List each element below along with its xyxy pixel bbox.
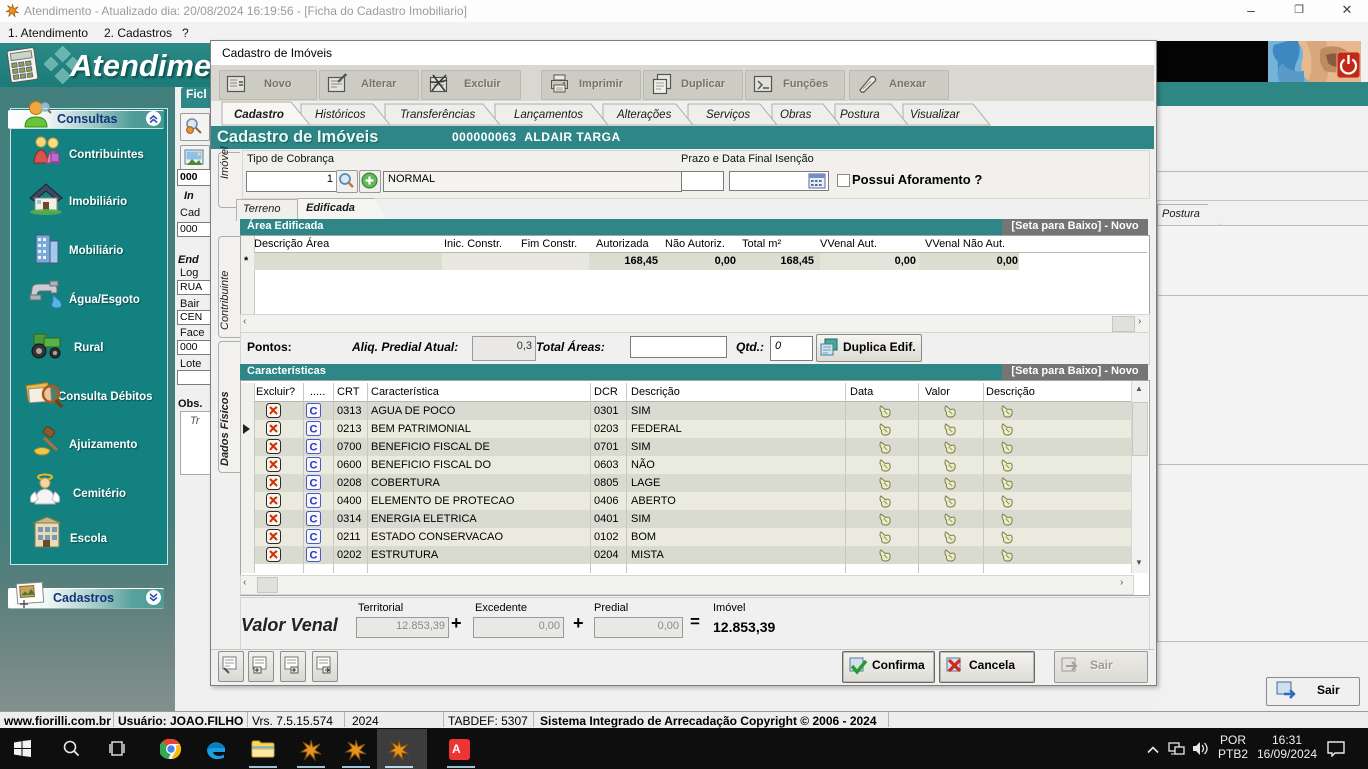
svg-text:Transferências: Transferências: [400, 109, 475, 121]
svg-text:Postura: Postura: [840, 109, 880, 121]
svg-text:Alterações: Alterações: [616, 109, 672, 121]
svg-text:Obras: Obras: [780, 109, 812, 121]
svg-text:Serviços: Serviços: [706, 109, 750, 121]
svg-text:Cadastro: Cadastro: [234, 109, 284, 121]
svg-text:Históricos: Históricos: [315, 109, 366, 121]
svg-text:Lançamentos: Lançamentos: [514, 109, 583, 121]
svg-text:Visualizar: Visualizar: [910, 109, 961, 121]
